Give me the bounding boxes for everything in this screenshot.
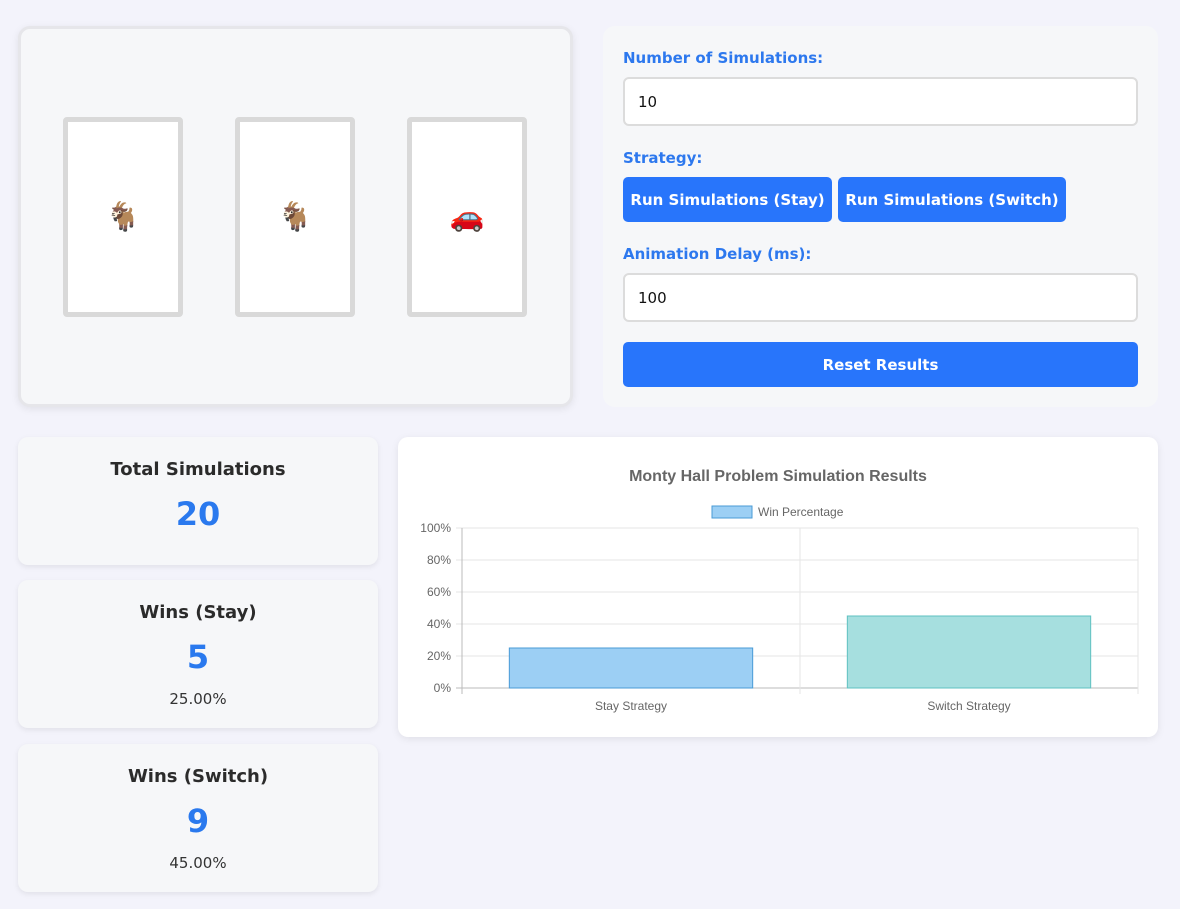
y-tick-label: 60% (427, 585, 451, 599)
wins-switch-title: Wins (Switch) (127, 766, 269, 787)
y-tick-label: 20% (427, 649, 451, 663)
y-tick-label: 0% (434, 681, 452, 695)
num-simulations-input[interactable]: 10 (623, 77, 1138, 126)
wins-switch-value: 9 (186, 802, 210, 840)
goat-icon: 🐐 (277, 200, 313, 233)
y-tick-label: 100% (420, 521, 451, 535)
total-simulations-value: 20 (175, 495, 221, 533)
wins-switch-percentage: 45.00% (169, 854, 227, 872)
run-switch-button[interactable]: Run Simulations (Switch) (838, 177, 1066, 222)
x-tick-label: Switch Strategy (927, 699, 1010, 713)
animation-delay-label: Animation Delay (ms): (623, 245, 812, 263)
y-tick-label: 40% (427, 617, 451, 631)
wins-stay-value: 5 (186, 638, 210, 676)
animation-delay-input[interactable]: 100 (623, 273, 1138, 322)
bar-switch (846, 615, 1092, 689)
goat-icon: 🐐 (105, 200, 141, 233)
legend-swatch (711, 505, 753, 519)
wins-stay-percentage: 25.00% (169, 690, 227, 708)
x-tick-label: Stay Strategy (595, 699, 667, 713)
wins-stay-title: Wins (Stay) (139, 602, 257, 623)
y-tick-label: 80% (427, 553, 451, 567)
door-3[interactable]: 🚗 (407, 117, 527, 317)
num-simulations-label: Number of Simulations: (623, 49, 824, 67)
total-simulations-card: Total Simulations 20 (18, 437, 378, 565)
strategy-label: Strategy: (623, 149, 703, 167)
total-simulations-title: Total Simulations (110, 459, 286, 480)
wins-stay-card: Wins (Stay) 5 25.00% (18, 580, 378, 728)
results-chart-panel: Monty Hall Problem Simulation Results Win… (398, 437, 1158, 737)
legend-label: Win Percentage (758, 505, 844, 519)
doors-panel: 🐐 🐐 🚗 (18, 26, 573, 407)
chart-title: Monty Hall Problem Simulation Results (629, 468, 927, 485)
reset-results-button[interactable]: Reset Results (623, 342, 1138, 387)
run-stay-button[interactable]: Run Simulations (Stay) (623, 177, 832, 222)
wins-switch-card: Wins (Switch) 9 45.00% (18, 744, 378, 892)
results-chart: Monty Hall Problem Simulation Results Win… (420, 468, 1139, 713)
car-icon: 🚗 (449, 200, 485, 233)
door-2[interactable]: 🐐 (235, 117, 355, 317)
door-1[interactable]: 🐐 (63, 117, 183, 317)
controls-panel: Number of Simulations: 10 Strategy: Run … (603, 26, 1158, 407)
bar-stay (508, 647, 754, 689)
